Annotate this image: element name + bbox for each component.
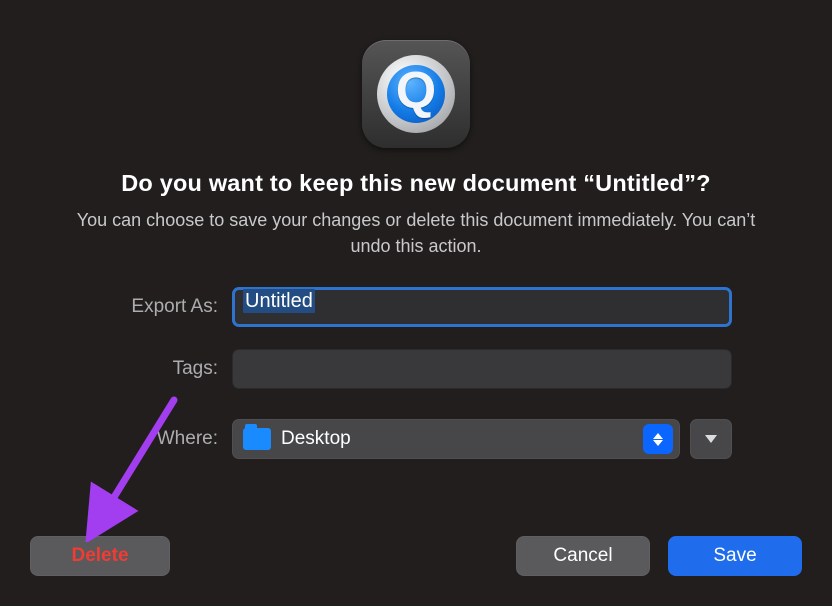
where-label: Where:: [82, 428, 232, 450]
chevron-down-icon: [705, 435, 717, 443]
folder-icon: [243, 428, 271, 450]
export-as-input[interactable]: Untitled: [232, 287, 732, 327]
where-selected-value: Desktop: [281, 428, 633, 450]
dialog-title: Do you want to keep this new document “U…: [42, 170, 790, 197]
expand-location-button[interactable]: [690, 419, 732, 459]
save-button[interactable]: Save: [668, 536, 802, 576]
dialog-subtitle: You can choose to save your changes or d…: [42, 207, 790, 259]
delete-button[interactable]: Delete: [30, 536, 170, 576]
dialog-button-row: Delete Cancel Save: [30, 536, 802, 576]
tags-label: Tags:: [82, 358, 232, 380]
save-form: Export As: Untitled Tags: Where: Desktop: [42, 287, 790, 459]
quicktime-icon-outer: Q: [377, 55, 455, 133]
quicktime-q-letter: Q: [396, 65, 436, 117]
where-select[interactable]: Desktop: [232, 419, 680, 459]
cancel-button[interactable]: Cancel: [516, 536, 650, 576]
export-as-label: Export As:: [82, 296, 232, 318]
where-stepper-icon: [643, 424, 673, 454]
where-row: Where: Desktop: [82, 419, 732, 459]
app-icon-container: Q: [42, 40, 790, 148]
export-as-row: Export As: Untitled: [82, 287, 732, 327]
tags-input[interactable]: [232, 349, 732, 389]
quicktime-icon: Q: [362, 40, 470, 148]
tags-row: Tags:: [82, 349, 732, 389]
save-dialog: Q Do you want to keep this new document …: [0, 0, 832, 606]
export-as-value: Untitled: [243, 289, 315, 313]
